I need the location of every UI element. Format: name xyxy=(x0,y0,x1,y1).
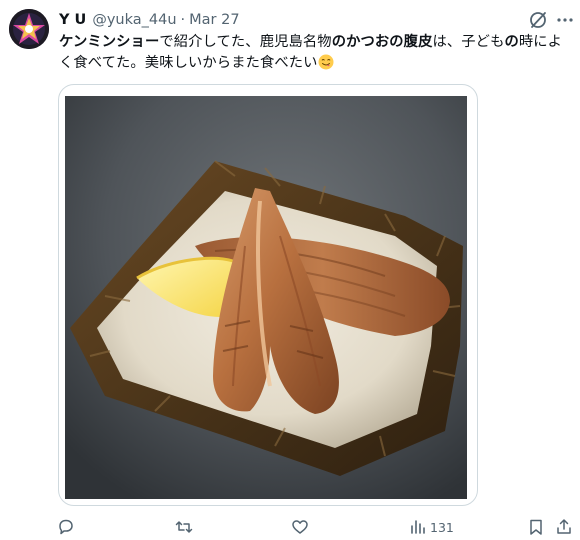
share-icon xyxy=(557,519,571,534)
post-date[interactable]: Mar 27 xyxy=(189,12,239,28)
reply-button[interactable] xyxy=(57,516,75,538)
avatar-image xyxy=(9,9,49,49)
text-bold-3: のかつおの腹皮 xyxy=(331,34,433,50)
reply-icon xyxy=(59,519,73,535)
more-icon[interactable] xyxy=(555,11,575,29)
retweet-icon xyxy=(175,521,193,533)
separator-dot: · xyxy=(180,12,186,28)
action-bar: 131 xyxy=(0,516,580,538)
retweet-button[interactable] xyxy=(175,516,193,538)
views-count: 131 xyxy=(430,519,454,535)
text-bold-1: ケンミンショー xyxy=(59,34,160,50)
face-savoring-food-emoji-icon xyxy=(318,54,334,70)
views-button[interactable]: 131 xyxy=(409,516,454,538)
text-4: は、子ども xyxy=(432,34,505,50)
grok-icon[interactable] xyxy=(527,9,549,31)
user-handle[interactable]: @yuka_44u xyxy=(92,12,176,28)
avatar[interactable] xyxy=(9,9,49,49)
bonito-belly-photo[interactable] xyxy=(65,96,467,499)
like-button[interactable] xyxy=(291,516,309,538)
tweet-header: Y U @yuka_44u · Mar 27 xyxy=(59,10,240,30)
tweet-card[interactable]: Y U @yuka_44u · Mar 27 ケンミンショーで紹介してた、鹿児島… xyxy=(0,0,580,540)
display-name[interactable]: Y U xyxy=(59,12,86,28)
text-bold-5: の xyxy=(504,34,519,50)
text-2: で紹介してた、鹿児島名物 xyxy=(159,34,332,50)
media-container[interactable] xyxy=(58,84,478,506)
tweet-text: ケンミンショーで紹介してた、鹿児島名物のかつおの腹皮は、子どもの時によく食べてた… xyxy=(59,32,575,74)
like-icon xyxy=(292,520,308,534)
bookmark-icon xyxy=(530,519,542,535)
views-icon xyxy=(411,520,425,534)
bookmark-button[interactable] xyxy=(527,516,545,538)
share-button[interactable] xyxy=(555,516,573,538)
